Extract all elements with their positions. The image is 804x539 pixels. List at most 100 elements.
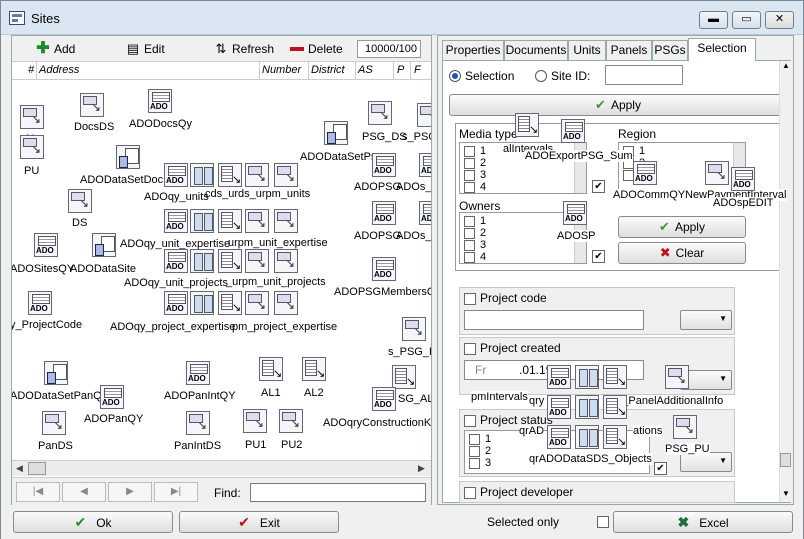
- pm-project-expertise-cds-icon[interactable]: [190, 291, 214, 315]
- first-record-button[interactable]: |◀: [16, 482, 60, 502]
- media-type-1-checkbox[interactable]: [464, 146, 475, 157]
- find-input[interactable]: [250, 483, 426, 502]
- adospedit-icon[interactable]: [731, 167, 755, 191]
- project-code-input[interactable]: [464, 310, 644, 330]
- maximize-button[interactable]: ▭: [732, 11, 761, 29]
- project-created-checkbox[interactable]: [464, 343, 476, 355]
- tab-selection[interactable]: Selection: [688, 38, 756, 61]
- cds-urds-al-icon[interactable]: [274, 163, 298, 187]
- excel-button[interactable]: ✖ Excel: [613, 511, 793, 533]
- status-2-checkbox[interactable]: [469, 446, 480, 457]
- adopsg-icon[interactable]: [372, 153, 396, 177]
- site-id-radio[interactable]: [535, 70, 547, 82]
- cds-urds-ds-icon[interactable]: [218, 163, 242, 187]
- media-type-all-checkbox[interactable]: ✔: [592, 180, 605, 193]
- ok-button[interactable]: ✔ Ok: [13, 511, 173, 533]
- adodatasite-icon[interactable]: [92, 233, 116, 257]
- psg-ds-icon[interactable]: [368, 101, 392, 125]
- panintds-icon[interactable]: [186, 411, 210, 435]
- al1-icon[interactable]: [259, 357, 283, 381]
- minimize-button[interactable]: ▬: [699, 11, 728, 29]
- tab-units[interactable]: Units: [568, 40, 606, 60]
- exit-button[interactable]: ✔ Exit: [179, 511, 339, 533]
- urpm-unit-projects-pu-icon[interactable]: [245, 249, 269, 273]
- col-district[interactable]: District: [311, 64, 345, 76]
- popup-apply-button[interactable]: ✔ Apply: [618, 216, 746, 238]
- project-status-all-checkbox[interactable]: ✔: [654, 462, 667, 475]
- vertical-scroll-thumb[interactable]: [780, 453, 791, 467]
- tab-documents[interactable]: Documents: [504, 40, 568, 60]
- pu2-icon[interactable]: [279, 409, 303, 433]
- status-3-checkbox[interactable]: [469, 458, 480, 469]
- qry-icon[interactable]: [547, 365, 571, 389]
- adoqy-project-expertise-icon[interactable]: [164, 291, 188, 315]
- horizontal-scrollbar[interactable]: ◀ ▶: [12, 460, 431, 476]
- col-address[interactable]: Address: [39, 64, 79, 76]
- owners-all-checkbox[interactable]: ✔: [592, 250, 605, 263]
- pm-project-expertise-ds-icon[interactable]: [218, 291, 242, 315]
- adoqy-unit-projects-icon[interactable]: [164, 249, 188, 273]
- qry-cds-icon[interactable]: [575, 365, 599, 389]
- urpm-unit-projects-al-icon[interactable]: [274, 249, 298, 273]
- refresh-button[interactable]: ⇅ Refresh: [214, 41, 274, 58]
- edit-button[interactable]: ▤ Edit: [126, 41, 165, 58]
- s-psg-pu-icon[interactable]: [402, 317, 426, 341]
- qry-ds-icon[interactable]: [603, 365, 627, 389]
- last-record-button[interactable]: ▶|: [154, 482, 198, 502]
- pm-project-expertise-al-icon[interactable]: [274, 291, 298, 315]
- qradodatasds-ds-icon[interactable]: [603, 425, 627, 449]
- adositesqy-icon[interactable]: [34, 233, 58, 257]
- add-button[interactable]: ✚ Add: [36, 41, 75, 58]
- popup-clear-button[interactable]: ✖ Clear: [618, 242, 746, 264]
- adodatasetpanqy-icon[interactable]: [44, 361, 68, 385]
- tab-panels[interactable]: Panels: [606, 40, 652, 60]
- project-code-checkbox[interactable]: [464, 293, 476, 305]
- alintervals-icon[interactable]: [515, 113, 539, 137]
- newpaymentinterval-icon[interactable]: [705, 161, 729, 185]
- al-component-icon[interactable]: [20, 105, 44, 129]
- project-status-combo[interactable]: [680, 452, 732, 472]
- status-1-checkbox[interactable]: [469, 434, 480, 445]
- adoqryconstructionkind-icon[interactable]: [372, 387, 396, 411]
- scroll-left-icon[interactable]: ◀: [16, 463, 23, 474]
- adodatasetdoc-icon[interactable]: [116, 145, 140, 169]
- col-p[interactable]: P: [397, 64, 404, 76]
- pu-component-icon[interactable]: [20, 135, 44, 159]
- urpm-unit-expertise-ds-icon[interactable]: [218, 209, 242, 233]
- selected-only-checkbox[interactable]: [597, 516, 609, 528]
- adoexportpsg-sum-icon[interactable]: [561, 119, 585, 143]
- qradodatasds-icon[interactable]: [547, 425, 571, 449]
- col-as[interactable]: AS: [358, 64, 373, 76]
- y-projectcode-icon[interactable]: [28, 291, 52, 315]
- qrad-icon[interactable]: [547, 395, 571, 419]
- pm-project-expertise-pu-icon[interactable]: [245, 291, 269, 315]
- urpm-unit-projects-cds-icon[interactable]: [190, 249, 214, 273]
- qradodatasds-cds-icon[interactable]: [575, 425, 599, 449]
- media-type-4-checkbox[interactable]: [464, 182, 475, 193]
- adocommqyd-icon[interactable]: [633, 161, 657, 185]
- col-number[interactable]: Number: [262, 64, 301, 76]
- media-type-3-checkbox[interactable]: [464, 170, 475, 181]
- scroll-down-icon[interactable]: ▼: [782, 489, 790, 498]
- pands-icon[interactable]: [42, 411, 66, 435]
- owners-4-checkbox[interactable]: [464, 252, 475, 263]
- sg-al-icon[interactable]: [392, 365, 416, 389]
- urpm-unit-projects-ds-icon[interactable]: [218, 249, 242, 273]
- ados-psg-qy-icon[interactable]: [419, 153, 431, 177]
- scroll-right-icon[interactable]: ▶: [418, 463, 425, 474]
- adodocsqy-icon[interactable]: [148, 89, 172, 113]
- urpm-unit-expertise-pu-icon[interactable]: [245, 209, 269, 233]
- tab-properties[interactable]: Properties: [442, 40, 504, 60]
- adoqy-unit-expertise-icon[interactable]: [164, 209, 188, 233]
- pu1-icon[interactable]: [243, 409, 267, 433]
- col-f[interactable]: F: [414, 64, 421, 76]
- psg-pu-icon[interactable]: [673, 415, 697, 439]
- project-code-combo[interactable]: [680, 310, 732, 330]
- adopanintqy-icon[interactable]: [186, 361, 210, 385]
- docsds-icon[interactable]: [80, 93, 104, 117]
- pm-paneladditionalinfo-icon[interactable]: [665, 365, 689, 389]
- adodatasetpsg-icon[interactable]: [324, 121, 348, 145]
- owners-3-checkbox[interactable]: [464, 240, 475, 251]
- next-record-button[interactable]: ▶: [108, 482, 152, 502]
- qrad-ds-icon[interactable]: [603, 395, 627, 419]
